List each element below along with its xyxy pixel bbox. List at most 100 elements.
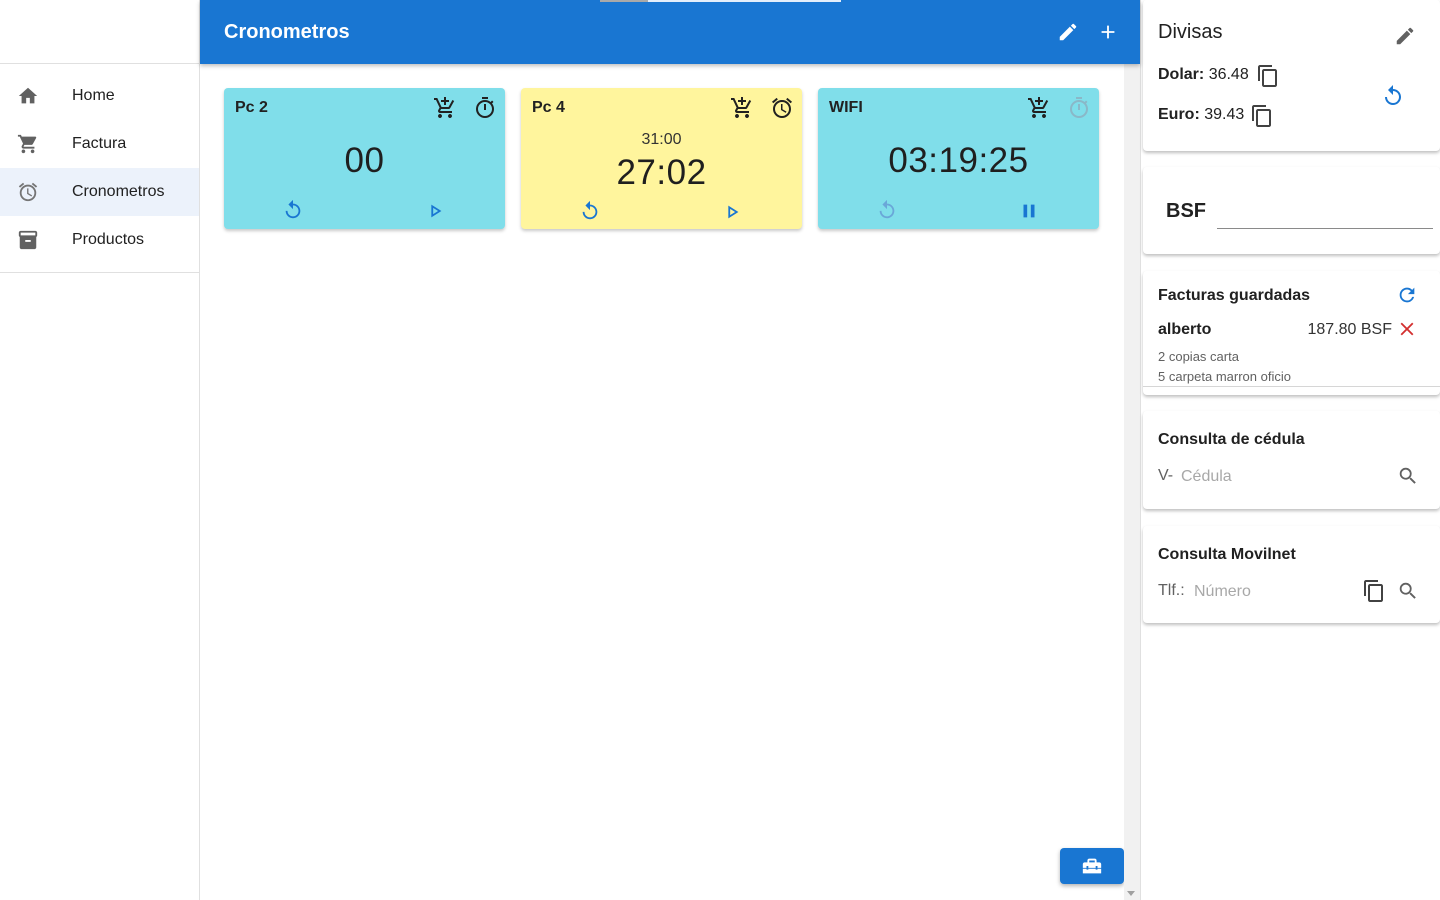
- euro-label: Euro:: [1158, 106, 1200, 123]
- sidebar-brand: [0, 0, 199, 64]
- replay-icon: [879, 199, 895, 219]
- replay-icon: [1385, 85, 1401, 105]
- timer-name: WIFI: [829, 99, 863, 116]
- sidebar-item-factura[interactable]: Factura: [0, 120, 199, 168]
- timers-area: Pc 2 00 Pc 4 31:00 27:02 WIFI 03:19:25: [200, 64, 1124, 900]
- pencil-icon: [1396, 27, 1414, 45]
- dolar-value: 36.48: [1208, 66, 1249, 83]
- factura-line: 2 copias carta: [1158, 349, 1239, 364]
- timer-card: Pc 4 31:00 27:02: [521, 88, 802, 229]
- euro-rate: Euro: 39.43: [1158, 106, 1244, 124]
- refresh-icon: [1399, 287, 1415, 303]
- bsf-label: BSF: [1166, 200, 1206, 222]
- toolbox-button[interactable]: [1060, 848, 1124, 884]
- play-icon: [431, 204, 442, 218]
- timer-display: 03:19:25: [888, 141, 1029, 180]
- dolar-label: Dolar:: [1158, 66, 1205, 83]
- stopwatch-icon[interactable]: [473, 96, 497, 120]
- app-bar: Cronometros: [200, 0, 1140, 64]
- divider: [1143, 386, 1440, 387]
- facturas-card: Facturas guardadas alberto 187.80 BSF 2 …: [1143, 271, 1440, 395]
- add-to-cart-button[interactable]: [1027, 96, 1051, 120]
- add-timer-button[interactable]: [1088, 12, 1128, 52]
- search-icon: [1399, 467, 1416, 484]
- copy-dolar-button[interactable]: [1256, 64, 1280, 88]
- movilnet-title: Consulta Movilnet: [1158, 546, 1296, 563]
- reset-timer-button: [876, 199, 898, 221]
- pencil-icon: [1057, 21, 1079, 43]
- factura-customer[interactable]: alberto: [1158, 321, 1211, 339]
- alarm-icon[interactable]: [770, 96, 794, 120]
- add-to-cart-button[interactable]: [730, 96, 754, 120]
- copy-icon: [1252, 105, 1271, 127]
- refresh-facturas-button[interactable]: [1396, 284, 1418, 306]
- sidebar-item-label: Home: [72, 87, 115, 104]
- search-cedula-button[interactable]: [1397, 465, 1419, 487]
- replay-icon: [285, 199, 301, 219]
- search-movilnet-button[interactable]: [1397, 580, 1419, 602]
- factura-amount: 187.80 BSF: [1307, 321, 1393, 338]
- factura-line: 5 carpeta marron oficio: [1158, 369, 1291, 384]
- sidebar-item-label: Productos: [72, 231, 145, 248]
- timer-card: Pc 2 00: [224, 88, 505, 229]
- cart-plus-icon: [731, 97, 752, 118]
- edit-timers-button[interactable]: [1048, 12, 1088, 52]
- toolbox-icon: [1081, 855, 1103, 877]
- close-icon: [1400, 322, 1414, 336]
- loading-progress-fill: [600, 0, 649, 2]
- play-timer-button[interactable]: [424, 200, 446, 222]
- replay-icon: [582, 200, 598, 220]
- plus-icon: [1097, 21, 1119, 43]
- sidebar-item-label: Factura: [72, 135, 127, 152]
- stopwatch-icon: [1067, 96, 1091, 120]
- right-panel: Divisas Dolar: 36.48 Euro: 39.43 BSF Fac…: [1140, 0, 1440, 900]
- add-to-cart-button[interactable]: [433, 96, 457, 120]
- timer-display: 27:02: [616, 153, 707, 192]
- edit-rates-button[interactable]: [1394, 25, 1416, 47]
- sidebar-item-home[interactable]: Home: [0, 72, 199, 120]
- cedula-prefix: V-: [1158, 467, 1174, 484]
- movilnet-prefix: Tlf.:: [1158, 582, 1185, 599]
- copy-euro-button[interactable]: [1250, 104, 1274, 128]
- timer-display: 00: [344, 141, 385, 180]
- page-title: Cronometros: [224, 20, 350, 43]
- dolar-rate: Dolar: 36.48: [1158, 66, 1249, 84]
- scroll-down-arrow-icon[interactable]: [1127, 891, 1135, 896]
- sidebar-nav: Home Factura Cronometros Productos: [0, 64, 199, 273]
- bsf-card: BSF: [1143, 167, 1440, 254]
- movilnet-input[interactable]: [1194, 580, 1344, 604]
- reset-timer-button[interactable]: [282, 199, 304, 221]
- cart-plus-icon: [434, 97, 455, 118]
- sidebar-item-productos[interactable]: Productos: [0, 216, 199, 264]
- movilnet-card: Consulta Movilnet Tlf.:: [1143, 526, 1440, 623]
- cedula-card: Consulta de cédula V-: [1143, 411, 1440, 509]
- copy-number-button[interactable]: [1362, 579, 1386, 603]
- copy-icon: [1364, 580, 1383, 602]
- refresh-rates-button[interactable]: [1381, 84, 1405, 108]
- search-icon: [1399, 582, 1416, 599]
- home-icon: [0, 85, 56, 107]
- cart-plus-icon: [1028, 97, 1049, 118]
- pause-icon: [1023, 204, 1035, 218]
- sidebar: Home Factura Cronometros Productos: [0, 0, 200, 900]
- cart-icon: [0, 133, 56, 155]
- archive-icon: [0, 229, 56, 251]
- cedula-title: Consulta de cédula: [1158, 431, 1305, 448]
- sidebar-item-cronometros[interactable]: Cronometros: [0, 168, 199, 216]
- play-timer-button[interactable]: [721, 201, 743, 223]
- timer-name: Pc 2: [235, 99, 268, 116]
- pause-timer-button[interactable]: [1018, 200, 1040, 222]
- divisas-title: Divisas: [1158, 21, 1223, 43]
- cedula-input[interactable]: [1181, 465, 1381, 489]
- divisas-card: Divisas Dolar: 36.48 Euro: 39.43: [1143, 0, 1440, 151]
- euro-value: 39.43: [1204, 106, 1245, 123]
- reset-timer-button[interactable]: [579, 200, 601, 222]
- sidebar-item-label: Cronometros: [72, 183, 165, 200]
- delete-factura-button[interactable]: [1396, 318, 1418, 340]
- timer-name: Pc 4: [532, 99, 565, 116]
- bsf-input[interactable]: [1217, 189, 1433, 229]
- facturas-title: Facturas guardadas: [1158, 287, 1311, 304]
- main-scrollbar[interactable]: [1124, 64, 1140, 900]
- alarm-icon: [0, 181, 56, 203]
- timer-target: 31:00: [641, 131, 682, 148]
